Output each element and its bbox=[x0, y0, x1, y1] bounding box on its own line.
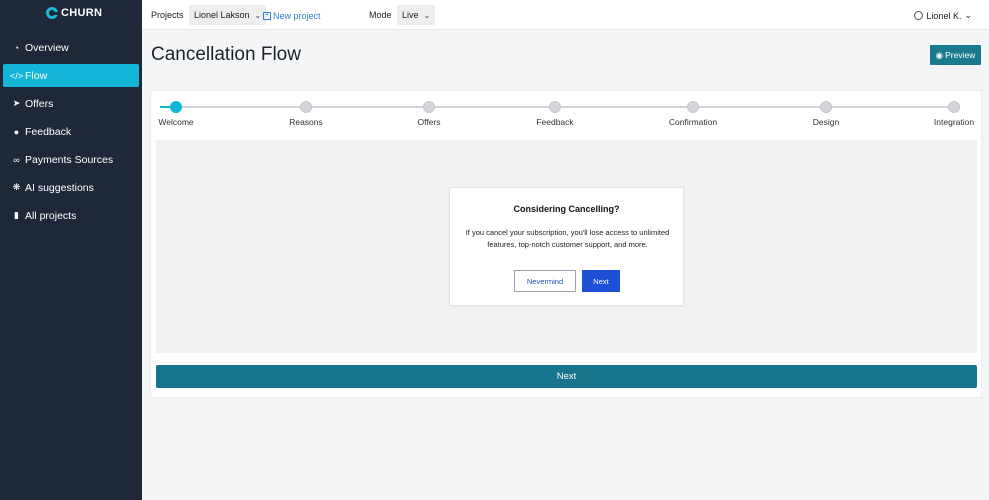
step-dot[interactable] bbox=[170, 101, 182, 113]
projects-label: Projects bbox=[151, 10, 184, 20]
brand-logo[interactable]: CHURN bbox=[46, 7, 102, 19]
eye-icon: ◉ bbox=[935, 49, 944, 60]
folder-icon: ▮ bbox=[14, 210, 19, 220]
user-menu[interactable]: Lionel K. ⌄ bbox=[914, 10, 972, 21]
cancellation-modal: Considering Cancelling? If you cancel yo… bbox=[449, 187, 684, 306]
flow-stepper: Welcome Reasons Offers Feedback Confirma… bbox=[150, 90, 982, 135]
step-dot[interactable] bbox=[820, 101, 832, 113]
step-dot[interactable] bbox=[423, 101, 435, 113]
user-name: Lionel K. bbox=[926, 10, 962, 21]
step-dot[interactable] bbox=[687, 101, 699, 113]
sidebar-item-all-projects[interactable]: ▮ All projects bbox=[3, 204, 139, 227]
step-dot[interactable] bbox=[300, 101, 312, 113]
chevron-down-icon: ⌄ bbox=[254, 10, 262, 20]
sidebar-item-label: AI suggestions bbox=[25, 181, 94, 194]
sidebar-item-offers[interactable]: ➤ Offers bbox=[3, 92, 139, 115]
brand-name: CHURN bbox=[61, 7, 103, 19]
mode-label: Mode bbox=[369, 10, 392, 20]
sidebar-item-overview[interactable]: ◔ Overview bbox=[3, 36, 139, 59]
sidebar-item-ai-suggestions[interactable]: ❋ AI suggestions bbox=[3, 176, 139, 199]
new-project-link[interactable]: + New project bbox=[263, 11, 321, 21]
step-dot[interactable] bbox=[549, 101, 561, 113]
step-label: Integration bbox=[933, 117, 975, 127]
modal-title: Considering Cancelling? bbox=[513, 204, 620, 214]
sparkle-icon: ❋ bbox=[12, 182, 21, 192]
project-select[interactable]: Lionel Lakson ⌄ bbox=[189, 5, 267, 25]
comments-icon: ● bbox=[13, 126, 20, 137]
sidebar-item-payments-sources[interactable]: ∞ Payments Sources bbox=[3, 148, 139, 171]
step-dot[interactable] bbox=[948, 101, 960, 113]
nevermind-button[interactable]: Nevermind bbox=[514, 270, 576, 292]
sidebar-item-label: Feedback bbox=[25, 125, 72, 138]
sidebar-item-feedback[interactable]: ● Feedback bbox=[3, 120, 139, 143]
step-label: Offers bbox=[417, 117, 441, 127]
step-label: Welcome bbox=[158, 117, 194, 127]
modal-body: If you cancel your subscription, you'll … bbox=[465, 228, 670, 249]
churn-logo-icon bbox=[46, 7, 58, 19]
preview-button-label: Preview bbox=[945, 50, 976, 60]
step-label: Confirmation bbox=[668, 117, 718, 127]
project-select-value: Lionel Lakson bbox=[194, 10, 250, 20]
step-label: Reasons bbox=[289, 117, 323, 127]
mode-select-value: Live bbox=[402, 10, 419, 20]
sidebar: CHURN ◔ Overview </> Flow ➤ Offers ● Fee… bbox=[0, 0, 142, 500]
step-label: Feedback bbox=[536, 117, 574, 127]
new-project-label: New project bbox=[273, 11, 321, 21]
sidebar-item-label: Payments Sources bbox=[25, 153, 114, 166]
sidebar-nav: ◔ Overview </> Flow ➤ Offers ● Feedback … bbox=[0, 36, 142, 232]
link-icon: ∞ bbox=[13, 154, 20, 165]
chevron-down-icon: ⌄ bbox=[423, 10, 431, 20]
user-circle-icon bbox=[914, 11, 924, 20]
sidebar-item-flow[interactable]: </> Flow bbox=[3, 64, 139, 87]
step-label: Design bbox=[812, 117, 840, 127]
rocket-icon: ➤ bbox=[12, 98, 21, 108]
top-bar: Projects Lionel Lakson ⌄ + New project M… bbox=[142, 0, 989, 30]
sidebar-item-label: Flow bbox=[25, 69, 48, 82]
pie-chart-icon: ◔ bbox=[13, 42, 20, 53]
sidebar-item-label: All projects bbox=[25, 209, 77, 222]
preview-button[interactable]: ◉ Preview bbox=[930, 45, 981, 65]
modal-next-button[interactable]: Next bbox=[582, 270, 620, 292]
sidebar-item-label: Offers bbox=[25, 97, 54, 110]
stepper-track bbox=[176, 106, 954, 108]
chevron-down-icon: ⌄ bbox=[964, 10, 972, 20]
mode-select[interactable]: Live ⌄ bbox=[397, 5, 436, 25]
plus-square-icon: + bbox=[263, 12, 271, 20]
next-step-button[interactable]: Next bbox=[156, 365, 977, 388]
code-icon: </> bbox=[10, 70, 24, 81]
sidebar-item-label: Overview bbox=[25, 41, 69, 54]
page-title: Cancellation Flow bbox=[151, 44, 301, 65]
